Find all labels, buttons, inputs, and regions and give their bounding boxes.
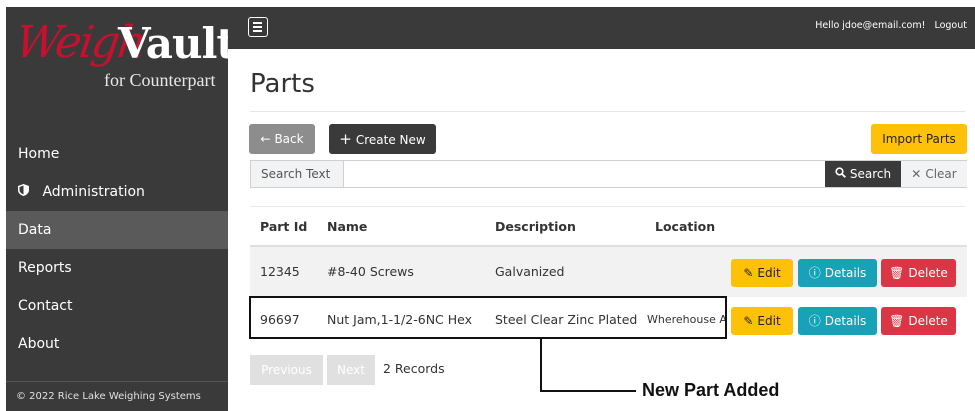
- back-button-label: Back: [274, 132, 304, 146]
- app-window: Weigh Vault for Counterpart Home Adminis…: [0, 0, 975, 411]
- main-content: Parts ← Back + Create New Import Parts Sea…: [228, 49, 975, 411]
- import-parts-button[interactable]: Import Parts: [871, 124, 967, 154]
- info-icon: ⓘ: [808, 314, 821, 328]
- info-icon: ⓘ: [808, 266, 821, 280]
- delete-button[interactable]: 🗑 Delete: [881, 307, 956, 335]
- hamburger-icon-line: [253, 22, 262, 24]
- logo[interactable]: Weigh Vault for Counterpart: [6, 7, 235, 107]
- details-button[interactable]: ⓘ Details: [798, 307, 877, 335]
- sidebar-item-label: Data: [18, 222, 52, 238]
- edit-icon: ✎: [743, 266, 754, 280]
- sidebar-item-contact[interactable]: Contact: [6, 287, 228, 325]
- shield-icon: [18, 173, 30, 211]
- sidebar-item-label: Home: [18, 146, 60, 162]
- sidebar-footer: © 2022 Rice Lake Weighing Systems: [6, 381, 228, 411]
- search-icon: [835, 161, 846, 187]
- sidebar-item-administration[interactable]: Administration: [6, 173, 228, 211]
- edit-button[interactable]: ✎ Edit: [731, 307, 793, 335]
- close-icon: ✕: [911, 167, 922, 181]
- hamburger-menu-button[interactable]: [248, 17, 268, 37]
- sidebar-item-label: Contact: [18, 298, 73, 314]
- create-new-button[interactable]: + Create New: [329, 124, 436, 154]
- hamburger-icon-line: [253, 30, 262, 32]
- header-name[interactable]: Name: [327, 219, 367, 234]
- table-row: 12345 #8-40 Screws Galvanized ✎ Edit ⓘ Det…: [250, 247, 967, 297]
- logo-subtitle: for Counterpart: [104, 70, 216, 90]
- title-divider: [250, 111, 965, 112]
- header-location[interactable]: Location: [655, 219, 715, 234]
- details-button[interactable]: ⓘ Details: [798, 259, 877, 287]
- edit-button-label: Edit: [757, 266, 781, 280]
- edit-button[interactable]: ✎ Edit: [731, 259, 793, 287]
- search-divider: [250, 206, 965, 207]
- cell-name: #8-40 Screws: [327, 264, 414, 279]
- header-part-id[interactable]: Part Id: [260, 219, 307, 234]
- record-count: 2 Records: [383, 361, 445, 376]
- logout-link[interactable]: Logout: [934, 20, 967, 31]
- clear-button-label: Clear: [925, 167, 957, 181]
- clear-button[interactable]: ✕ Clear: [901, 161, 967, 187]
- arrow-left-icon: ←: [260, 132, 271, 146]
- plus-icon: +: [339, 130, 352, 148]
- cell-description: Galvanized: [495, 264, 565, 279]
- new-part-highlight-box: [249, 296, 727, 339]
- sidebar-item-about[interactable]: About: [6, 325, 228, 363]
- sidebar-item-reports[interactable]: Reports: [6, 249, 228, 287]
- previous-page-button[interactable]: Previous: [250, 355, 323, 385]
- search-button[interactable]: Search: [825, 161, 901, 187]
- details-button-label: Details: [824, 266, 867, 280]
- trash-icon: 🗑: [889, 266, 905, 280]
- callout-label: New Part Added: [642, 380, 780, 400]
- search-button-label: Search: [849, 167, 892, 181]
- header-description[interactable]: Description: [495, 219, 576, 234]
- details-button-label: Details: [824, 314, 867, 328]
- edit-icon: ✎: [743, 314, 754, 328]
- back-button[interactable]: ← Back: [249, 124, 315, 154]
- callout-line-horizontal: [540, 390, 636, 392]
- search-input[interactable]: [344, 161, 825, 187]
- sidebar-item-home[interactable]: Home: [6, 135, 228, 173]
- callout-line-vertical: [540, 339, 542, 392]
- delete-button[interactable]: 🗑 Delete: [881, 259, 956, 287]
- page-title: Parts: [250, 69, 315, 99]
- delete-button-label: Delete: [908, 266, 948, 280]
- user-greeting: Hello jdoe@email.com!: [815, 20, 926, 31]
- logo-vault-text: Vault: [118, 19, 236, 68]
- delete-button-label: Delete: [908, 314, 948, 328]
- trash-icon: 🗑: [889, 314, 905, 328]
- sidebar-item-data[interactable]: Data: [6, 211, 228, 249]
- next-page-button[interactable]: Next: [327, 355, 375, 385]
- search-bar: Search Text Search ✕ Clear: [250, 160, 967, 188]
- hamburger-icon-line: [253, 26, 262, 28]
- sidebar-item-label: About: [18, 336, 60, 352]
- sidebar-nav: Home Administration Data Reports Contact…: [6, 135, 228, 363]
- top-bar: Hello jdoe@email.com! Logout: [228, 7, 975, 49]
- sidebar-item-label: Reports: [18, 260, 72, 276]
- cell-location: [647, 247, 727, 297]
- user-area: Hello jdoe@email.com! Logout: [815, 20, 967, 31]
- sidebar-item-label: Administration: [42, 184, 145, 200]
- create-new-button-label: Create New: [355, 133, 426, 147]
- search-label: Search Text: [251, 161, 344, 187]
- sidebar: Weigh Vault for Counterpart Home Adminis…: [6, 7, 236, 411]
- edit-button-label: Edit: [757, 314, 781, 328]
- cell-part-id: 12345: [260, 264, 300, 279]
